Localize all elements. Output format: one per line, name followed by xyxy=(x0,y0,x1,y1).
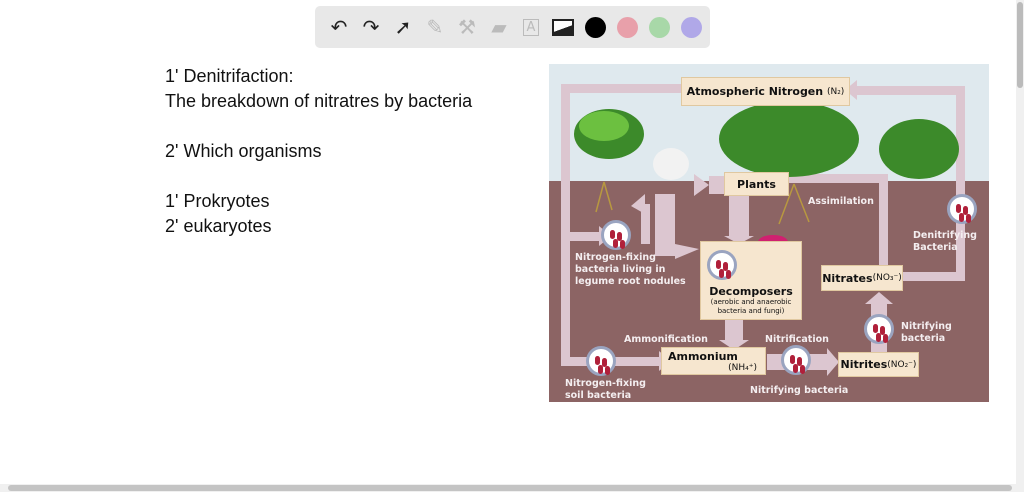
undo-icon[interactable]: ↶ xyxy=(323,11,355,43)
plants-box: Plants xyxy=(724,172,789,196)
note-line: 1' Denitrifaction: xyxy=(165,66,294,86)
nitrites-label: Nitrites xyxy=(840,358,888,371)
ammonium-box: Ammonium (NH₄⁺) xyxy=(661,347,766,375)
bacteria-icon xyxy=(601,220,631,250)
bacteria-icon xyxy=(864,314,894,344)
vertical-scrollbar[interactable] xyxy=(1016,0,1024,492)
color-pink[interactable] xyxy=(616,16,638,38)
redo-icon[interactable]: ↷ xyxy=(355,11,387,43)
denitrifying-label: Denitrifying Bacteria xyxy=(913,230,977,253)
atmospheric-nitrogen-box: Atmospheric Nitrogen (N₂) xyxy=(681,77,850,106)
drawing-toolbar: ↶ ↷ ➚ ✎ ⚒ ▰ A xyxy=(315,6,710,48)
color-green[interactable] xyxy=(648,16,670,38)
decomposers-label: Decomposers xyxy=(709,285,793,298)
note-line: 2' Which organisms xyxy=(165,141,322,161)
image-icon[interactable] xyxy=(547,11,579,43)
text-icon[interactable]: A xyxy=(515,11,547,43)
nitrites-formula: (NO₂⁻) xyxy=(887,359,917,370)
nitrites-box: Nitrites (NO₂⁻) xyxy=(838,352,919,377)
color-black[interactable] xyxy=(584,16,606,38)
handwritten-notes: 1' Denitrifaction: The breakdown of nitr… xyxy=(165,64,472,239)
nitrates-label: Nitrates xyxy=(822,271,873,285)
note-line: 1' Prokryotes xyxy=(165,191,270,211)
assimilation-label: Assimilation xyxy=(808,196,874,207)
decomposers-sub: (aerobic and anaerobic bacteria and fung… xyxy=(710,298,792,315)
ammonium-label: Ammonium xyxy=(668,349,738,363)
pencil-icon[interactable]: ✎ xyxy=(419,11,451,43)
bacteria-icon xyxy=(781,345,811,375)
ammonium-formula: (NH₄⁺) xyxy=(728,362,757,373)
nitrogen-cycle-diagram: Atmospheric Nitrogen (N₂) Plants Assimil… xyxy=(549,64,989,402)
bacteria-icon xyxy=(707,250,737,280)
bacteria-icon xyxy=(586,346,616,376)
legume-label: Nitrogen-fixing bacteria living in legum… xyxy=(575,252,686,287)
atmospheric-formula: (N₂) xyxy=(826,86,845,97)
nitrates-formula: (NO₃⁻) xyxy=(872,273,902,283)
eraser-icon[interactable]: ▰ xyxy=(483,11,515,43)
note-line xyxy=(165,114,472,139)
nitrifying-bottom-label: Nitrifying bacteria xyxy=(750,385,849,396)
tools-icon[interactable]: ⚒ xyxy=(451,11,483,43)
pointer-icon[interactable]: ➚ xyxy=(387,11,419,43)
nitrifying-right-label: Nitrifying bacteria xyxy=(901,321,952,344)
soil-bacteria-label: Nitrogen-fixing soil bacteria xyxy=(565,378,646,401)
color-purple[interactable] xyxy=(680,16,702,38)
note-line xyxy=(165,164,472,189)
horizontal-scrollbar[interactable] xyxy=(0,484,1024,492)
nitrates-box: Nitrates (NO₃⁻) xyxy=(821,265,903,291)
bacteria-icon xyxy=(947,194,977,224)
ammonification-label: Ammonification xyxy=(624,334,708,345)
note-line: 2' eukaryotes xyxy=(165,216,272,236)
atmospheric-label: Atmospheric Nitrogen xyxy=(686,85,824,98)
note-line: The breakdown of nitratres by bacteria xyxy=(165,91,473,111)
